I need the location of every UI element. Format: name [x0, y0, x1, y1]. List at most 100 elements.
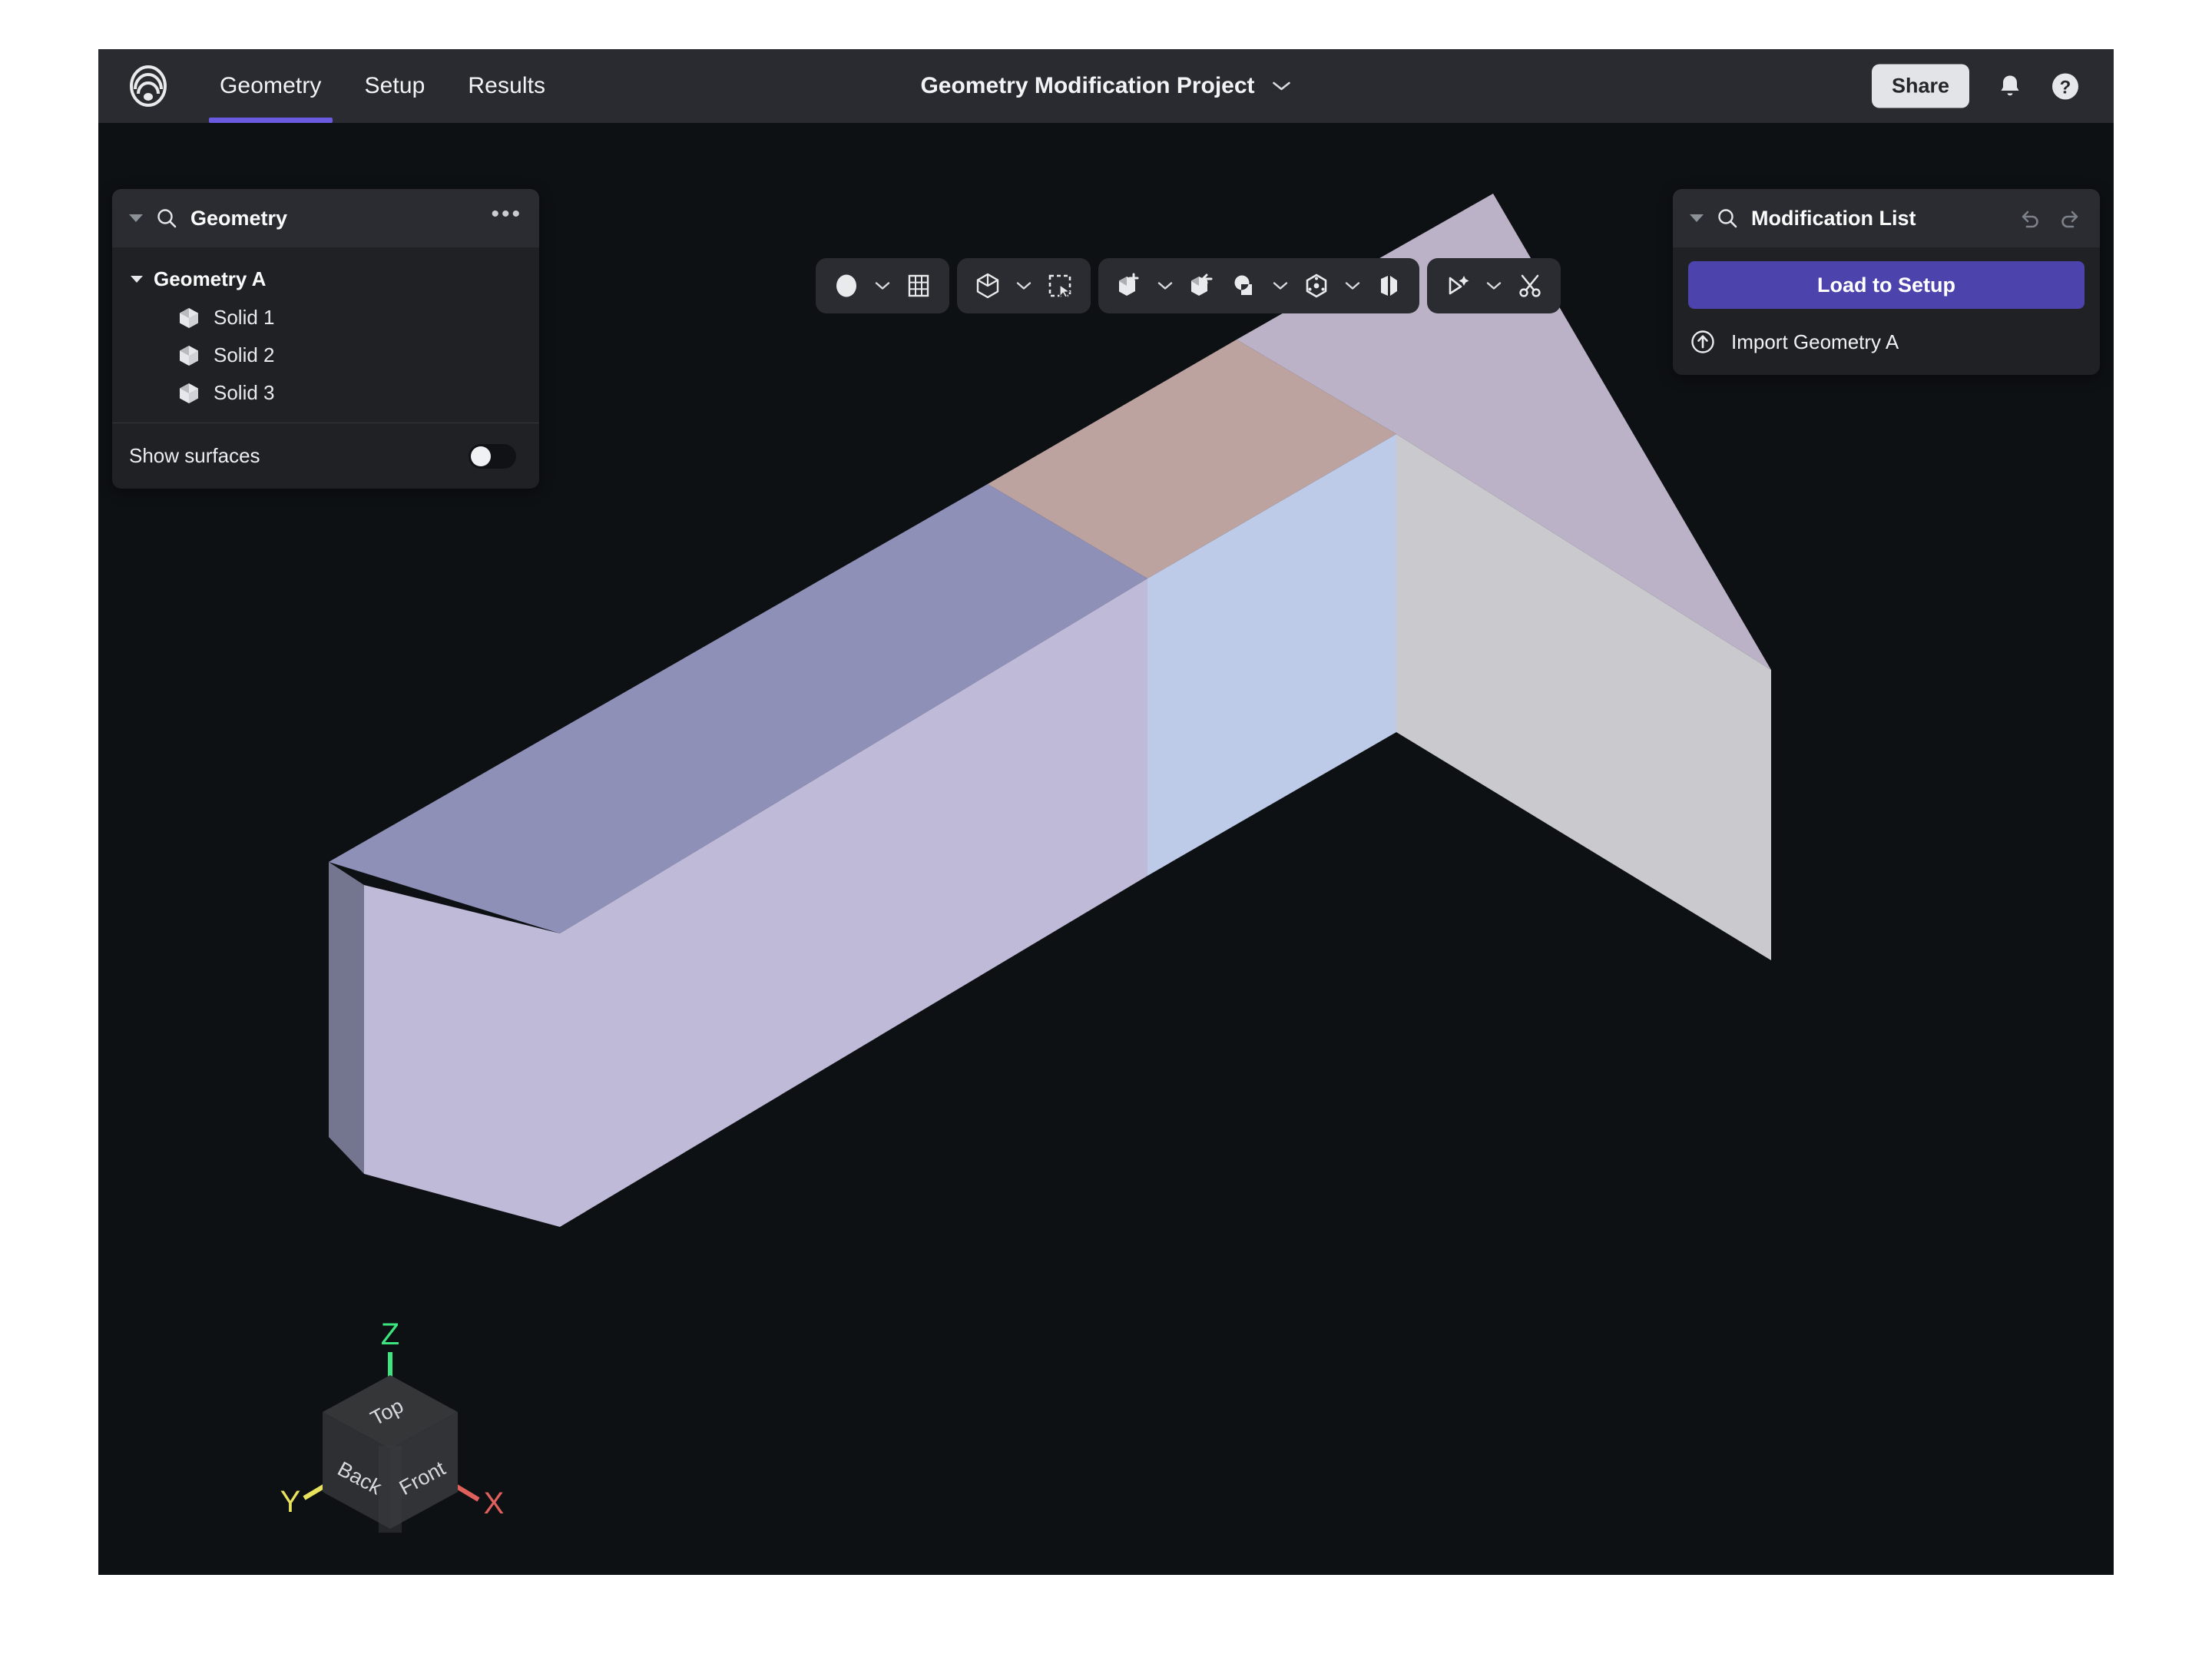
cube-edge-highlight	[379, 1446, 402, 1533]
solid1-top-face	[329, 484, 1147, 933]
box-select-button[interactable]	[1040, 264, 1080, 307]
bell-icon	[2001, 75, 2019, 95]
chevron-down-icon	[1273, 282, 1288, 290]
notifications-button[interactable]	[1997, 72, 2023, 100]
solid2-top-face	[988, 340, 1396, 578]
modification-list-title: Modification List	[1751, 206, 1916, 230]
grid-toggle-button[interactable]	[899, 264, 939, 307]
solid1-end-face	[329, 862, 364, 1174]
scissors-icon	[1519, 274, 1541, 297]
show-surfaces-label: Show surfaces	[129, 444, 260, 467]
tree-root-label: Geometry A	[154, 267, 267, 290]
cube-icon	[180, 307, 198, 328]
chevron-down-icon[interactable]	[1272, 80, 1292, 92]
magic-wand-icon	[1449, 276, 1469, 295]
redo-button[interactable]	[2058, 207, 2083, 230]
main-nav-tabs: Geometry Setup Results	[198, 49, 567, 123]
geometry-panel-header: Geometry •••	[112, 189, 539, 247]
mirror-fold-icon	[1381, 273, 1397, 298]
cut-button[interactable]	[1510, 264, 1550, 307]
solid2-front-face	[1147, 434, 1396, 876]
cube-outline-icon	[976, 273, 999, 299]
tree-item-solid-1[interactable]: Solid 1	[112, 299, 539, 336]
add-solid-button[interactable]	[1109, 264, 1149, 307]
load-to-setup-button[interactable]: Load to Setup	[1688, 261, 2085, 309]
boolean-intersect-icon	[1234, 275, 1252, 295]
toolbar-group-modify	[1098, 258, 1419, 313]
geometry-panel-title: Geometry	[190, 206, 288, 230]
3d-viewport[interactable]: Geometry ••• Geometry A Solid 1 Solid 2 …	[98, 123, 2114, 1575]
upload-circle-icon	[1691, 330, 1714, 353]
question-mark-icon: ?	[2052, 73, 2078, 99]
boolean-caret[interactable]	[1267, 264, 1293, 307]
chevron-down-icon	[875, 282, 890, 290]
marquee-select-icon	[1048, 274, 1071, 298]
modification-list-header: Modification List	[1673, 189, 2100, 247]
mirror-button[interactable]	[1369, 264, 1409, 307]
view-orientation-cube[interactable]: Top Back Front Z Y X	[214, 1283, 536, 1575]
tab-setup[interactable]: Setup	[343, 49, 447, 123]
solid1-front-face-b	[560, 578, 1147, 1227]
toggle-knob	[471, 446, 491, 466]
render-mode-caret[interactable]	[869, 264, 896, 307]
tab-results-label: Results	[468, 73, 546, 98]
filled-circle-icon	[836, 274, 856, 297]
show-surfaces-toggle[interactable]	[469, 443, 516, 469]
toolbar-group-selection	[957, 258, 1091, 313]
transform-caret[interactable]	[1339, 264, 1366, 307]
page-title: Geometry Modification Project	[920, 73, 1255, 98]
select-solid-caret[interactable]	[1011, 264, 1037, 307]
solid1-front-face-a	[364, 885, 560, 1227]
tree-item-solid-3[interactable]: Solid 3	[112, 374, 539, 412]
subtract-solid-button[interactable]	[1181, 264, 1221, 307]
render-mode-button[interactable]	[826, 264, 866, 307]
modification-item-label: Import Geometry A	[1731, 330, 1899, 353]
tree-item-label: Solid 3	[214, 381, 275, 404]
modification-item-import-geometry-a[interactable]: Import Geometry A	[1673, 318, 2100, 375]
select-solid-button[interactable]	[968, 264, 1008, 307]
grid-icon	[908, 274, 929, 297]
redo-arrow-icon	[2061, 210, 2078, 228]
tab-geometry[interactable]: Geometry	[198, 49, 343, 123]
cube-plus-icon	[1119, 273, 1139, 296]
auto-detect-button[interactable]	[1438, 264, 1478, 307]
tree-root-geometry-a[interactable]: Geometry A	[112, 260, 539, 299]
tree-item-solid-2[interactable]: Solid 2	[112, 336, 539, 374]
auto-detect-caret[interactable]	[1481, 264, 1507, 307]
chevron-down-icon	[1486, 282, 1502, 290]
undo-button[interactable]	[2017, 207, 2041, 230]
modification-list-panel: Modification List Load to Setup Import G…	[1673, 189, 2100, 375]
triangle-down-icon[interactable]	[1690, 214, 1704, 222]
undo-arrow-icon	[2022, 210, 2038, 228]
share-button[interactable]: Share	[1871, 64, 1969, 108]
geometry-tree: Geometry A Solid 1 Solid 2 Solid 3	[112, 247, 539, 423]
cube-minus-icon	[1191, 273, 1213, 296]
cube-icon	[180, 345, 198, 366]
tree-item-label: Solid 1	[214, 306, 275, 329]
triangle-down-icon[interactable]	[129, 214, 143, 222]
chevron-down-icon	[1016, 282, 1031, 290]
tab-geometry-label: Geometry	[220, 73, 322, 98]
app-header: Geometry Setup Results Geometry Modifica…	[98, 49, 2114, 123]
transform-button[interactable]	[1296, 264, 1336, 307]
toolbar-group-tools	[1427, 258, 1561, 313]
axis-label-x: X	[484, 1487, 505, 1520]
hexagon-origin-icon	[1306, 273, 1327, 298]
boolean-button[interactable]	[1224, 264, 1264, 307]
concentric-arcs-logo-icon	[130, 65, 167, 107]
header-actions: Share ?	[1871, 64, 2080, 108]
add-solid-caret[interactable]	[1152, 264, 1178, 307]
search-icon[interactable]	[1716, 207, 1739, 230]
axis-label-z: Z	[381, 1318, 399, 1351]
toolbar-group-display	[816, 258, 949, 313]
search-icon[interactable]	[155, 207, 178, 230]
app-logo[interactable]	[126, 64, 171, 108]
tab-results[interactable]: Results	[446, 49, 567, 123]
axis-label-y: Y	[280, 1485, 301, 1519]
ellipsis-icon[interactable]: •••	[491, 203, 522, 227]
project-title-block[interactable]: Geometry Modification Project	[920, 73, 1291, 99]
triangle-down-icon[interactable]	[131, 276, 143, 283]
help-button[interactable]: ?	[2051, 71, 2080, 101]
show-surfaces-row: Show surfaces	[112, 423, 539, 489]
tree-item-label: Solid 2	[214, 343, 275, 366]
